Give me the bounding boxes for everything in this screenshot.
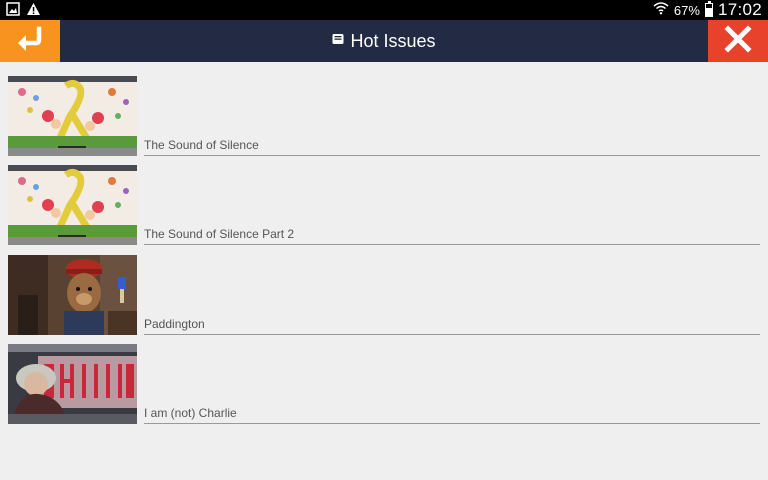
divider: [144, 244, 760, 245]
close-button[interactable]: [708, 20, 768, 62]
list-item[interactable]: Paddington: [0, 255, 768, 344]
battery-fill: [705, 7, 712, 16]
charlie-sign-thumbnail: [8, 344, 137, 424]
title-bar: Hot Issues: [0, 20, 768, 62]
close-icon: [724, 24, 752, 58]
list-item-title: Paddington: [144, 317, 205, 331]
list-item-title: The Sound of Silence Part 2: [144, 227, 295, 241]
warning-icon: [26, 2, 41, 21]
status-left-icons: [6, 2, 41, 21]
list-item[interactable]: I am (not) Charlie: [0, 344, 768, 433]
list-item-title: The Sound of Silence: [144, 138, 259, 152]
ribbon-mural-thumbnail: [8, 165, 137, 245]
divider: [144, 423, 760, 424]
ribbon-mural-thumbnail: [8, 76, 137, 156]
divider: [144, 334, 760, 335]
back-arrow-icon: [15, 26, 45, 57]
clock: 17:02: [717, 0, 762, 19]
paddington-bear-thumbnail: [8, 255, 137, 335]
battery-percent: 67%: [673, 2, 700, 18]
status-right: 67% 17:02: [653, 0, 762, 20]
page-title: Hot Issues: [350, 30, 436, 51]
page-title-group: Hot Issues: [60, 20, 708, 62]
list-item[interactable]: The Sound of Silence: [0, 76, 768, 165]
wifi-icon: [653, 1, 669, 20]
back-button[interactable]: [0, 20, 60, 62]
divider: [144, 155, 760, 156]
image-icon: [6, 2, 20, 21]
list-item-title: I am (not) Charlie: [144, 406, 237, 420]
status-bar: 67% 17:02: [0, 0, 768, 20]
list-item[interactable]: The Sound of Silence Part 2: [0, 165, 768, 254]
battery-icon: [704, 1, 713, 17]
inbox-icon: [332, 32, 344, 50]
